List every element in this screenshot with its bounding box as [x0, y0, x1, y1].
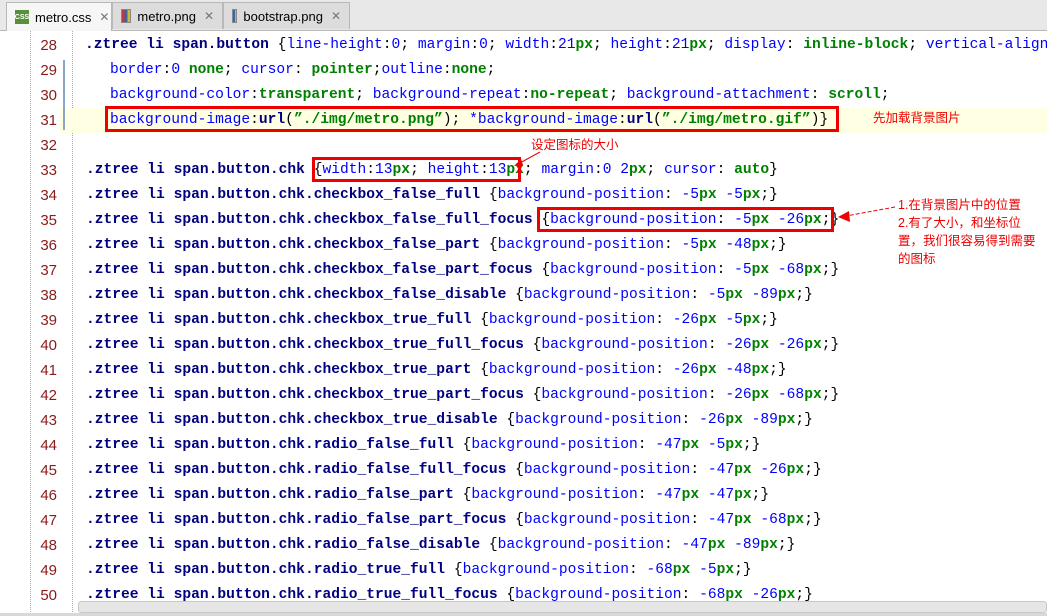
arrow-icon [514, 151, 541, 166]
arrow-icon [838, 206, 896, 222]
annotation-arrows [514, 151, 896, 222]
horizontal-scrollbar[interactable] [78, 601, 1047, 613]
